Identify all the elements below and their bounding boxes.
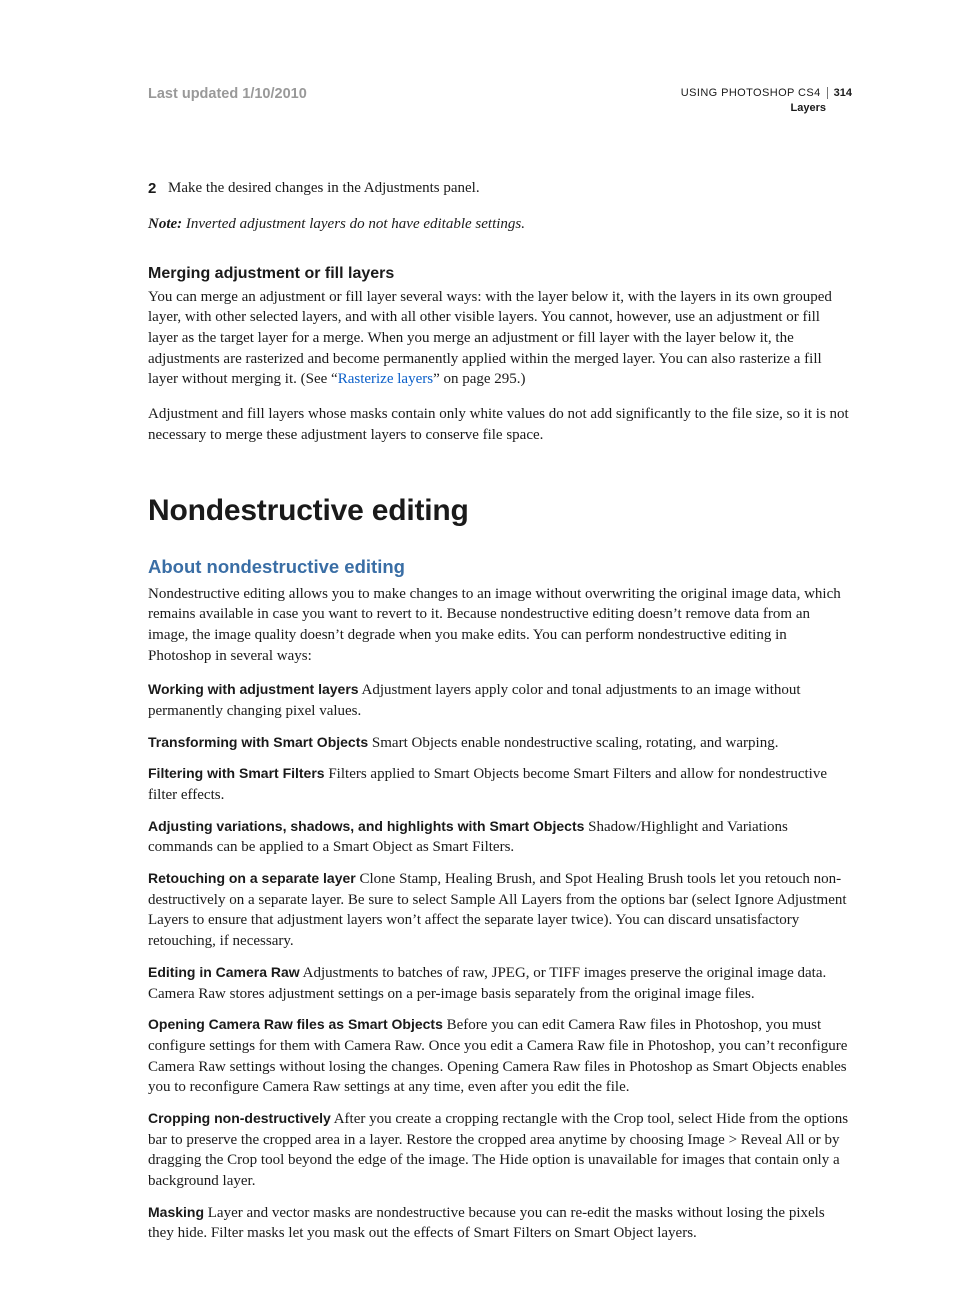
merge-paragraph-2: Adjustment and fill layers whose masks c… (148, 404, 852, 445)
def-cropping: Cropping non-destructively After you cre… (148, 1109, 852, 1192)
heading-merging: Merging adjustment or fill layers (148, 265, 852, 283)
def-camera-raw-smart: Opening Camera Raw files as Smart Object… (148, 1015, 852, 1098)
def-term: Filtering with Smart Filters (148, 765, 325, 781)
page-header: Last updated 1/10/2010 USING PHOTOSHOP C… (148, 86, 852, 116)
header-top-line: USING PHOTOSHOP CS4 314 (681, 86, 852, 101)
def-variations-shadows: Adjusting variations, shadows, and highl… (148, 817, 852, 858)
heading-nondestructive: Nondestructive editing (148, 494, 852, 528)
nd-intro: Nondestructive editing allows you to mak… (148, 584, 852, 667)
def-term: Cropping non-destructively (148, 1110, 331, 1126)
page-number: 314 (834, 86, 852, 101)
def-camera-raw: Editing in Camera Raw Adjustments to bat… (148, 963, 852, 1004)
link-rasterize-layers[interactable]: Rasterize layers (338, 371, 433, 387)
def-desc: Layer and vector masks are nondestructiv… (148, 1205, 825, 1242)
def-term: Retouching on a separate layer (148, 870, 356, 886)
product-name: USING PHOTOSHOP CS4 (681, 86, 821, 101)
def-term: Masking (148, 1204, 204, 1220)
def-smart-objects-transform: Transforming with Smart Objects Smart Ob… (148, 733, 852, 754)
page: Last updated 1/10/2010 USING PHOTOSHOP C… (0, 0, 954, 1315)
def-adjustment-layers: Working with adjustment layers Adjustmen… (148, 680, 852, 721)
def-masking: Masking Layer and vector masks are nonde… (148, 1203, 852, 1244)
def-term: Editing in Camera Raw (148, 964, 300, 980)
def-smart-filters: Filtering with Smart Filters Filters app… (148, 764, 852, 805)
heading-about-nondestructive: About nondestructive editing (148, 556, 852, 578)
header-divider (827, 87, 828, 99)
step-text: Make the desired changes in the Adjustme… (168, 178, 480, 199)
numbered-step: 2 Make the desired changes in the Adjust… (148, 178, 852, 199)
last-updated: Last updated 1/10/2010 (148, 86, 307, 102)
header-right: USING PHOTOSHOP CS4 314 Layers (681, 86, 852, 116)
section-name: Layers (681, 101, 852, 116)
def-term: Opening Camera Raw files as Smart Object… (148, 1016, 443, 1032)
note-text: Inverted adjustment layers do not have e… (182, 216, 525, 232)
note-label: Note: (148, 216, 182, 232)
def-retouching: Retouching on a separate layer Clone Sta… (148, 869, 852, 952)
merge-p1-b: ” on page 295.) (433, 371, 525, 387)
note: Note: Inverted adjustment layers do not … (148, 214, 852, 235)
def-term: Transforming with Smart Objects (148, 734, 368, 750)
def-term: Working with adjustment layers (148, 681, 359, 697)
merge-paragraph-1: You can merge an adjustment or fill laye… (148, 287, 852, 390)
def-desc: Smart Objects enable nondestructive scal… (368, 735, 778, 751)
def-term: Adjusting variations, shadows, and highl… (148, 818, 584, 834)
step-number: 2 (148, 178, 168, 199)
